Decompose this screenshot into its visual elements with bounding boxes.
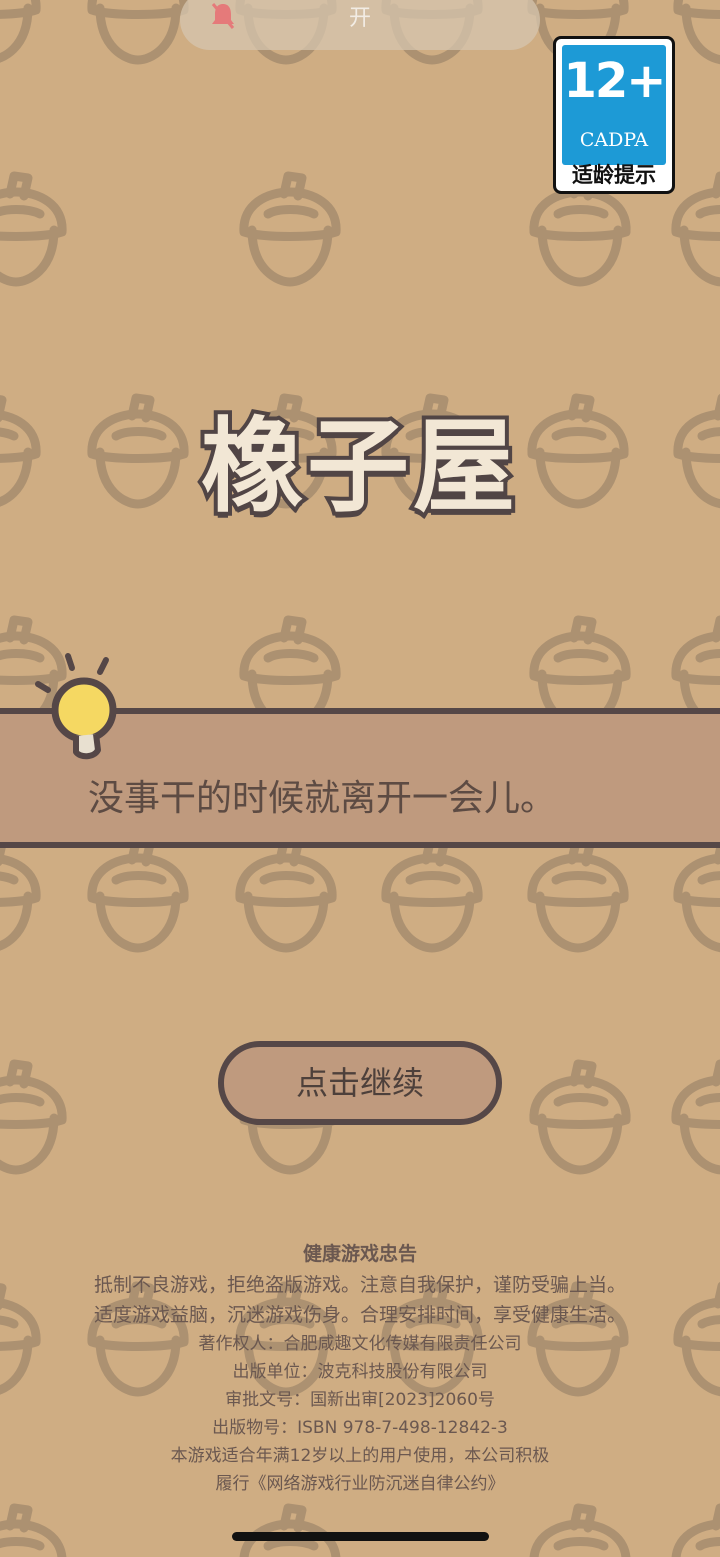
acorn-pattern-icon [532,842,624,948]
isbn-number: 出版物号：ISBN 978-7-498-12842-3 [212,1418,508,1438]
age-rating-org: CADPA [579,129,649,151]
acorn-pattern-icon [92,0,184,60]
continue-button[interactable]: 点击继续 [218,1041,502,1125]
copyright-holder: 著作权人：合肥咸趣文化传媒有限责任公司 [198,1334,522,1354]
age-rating-badge: 12+ CADPA 适龄提示 [553,36,675,194]
acorn-pattern-icon [0,1508,62,1557]
acorn-pattern-icon [240,842,332,948]
publisher: 出版单位：波克科技股份有限公司 [232,1362,488,1382]
anti-addiction-pledge: 履行《网络游戏行业防沉迷自律公约》 [215,1474,505,1494]
acorn-pattern-icon [0,842,36,948]
acorn-pattern-icon [678,0,720,60]
acorn-pattern-icon [678,842,720,948]
acorn-pattern-icon [244,176,336,282]
acorn-pattern-icon [0,176,62,282]
acorn-pattern-icon [676,1064,720,1170]
acorn-pattern-icon [0,0,36,60]
lightbulb-icon [35,653,117,760]
age-rating-hint: 适龄提示 [572,163,656,187]
status-notification-text: 开 [348,6,371,31]
acorn-pattern-icon [386,842,478,948]
acorn-pattern-icon [534,1508,626,1557]
health-notice-line1: 抵制不良游戏，拒绝盗版游戏。注意自我保护，谨防受骗上当。 [93,1274,626,1296]
acorn-pattern-icon [676,1508,720,1557]
health-notice: 健康游戏忠告 抵制不良游戏，拒绝盗版游戏。注意自我保护，谨防受骗上当。 适度游戏… [0,1238,720,1498]
age-suitability-line: 本游戏适合年满12岁以上的用户使用，本公司积极 [170,1446,550,1466]
age-rating-number: 12+ [563,53,666,109]
acorn-pattern-icon [534,1064,626,1170]
acorn-pattern-icon [0,1064,62,1170]
age-rating-panel: 12+ CADPA [562,45,667,165]
game-logo: 橡子屋 [197,404,519,531]
status-notification: 开 [180,0,540,50]
acorn-pattern-icon [92,842,184,948]
approval-number: 审批文号：国新出审[2023]2060号 [225,1390,495,1410]
health-notice-line2: 适度游戏益脑，沉迷游戏伤身。合理安排时间，享受健康生活。 [93,1304,626,1326]
acorn-pattern-icon [676,176,720,282]
tip-text: 没事干的时候就离开一会儿。 [88,778,557,819]
health-notice-title: 健康游戏忠告 [302,1243,417,1265]
home-indicator[interactable] [232,1532,489,1541]
